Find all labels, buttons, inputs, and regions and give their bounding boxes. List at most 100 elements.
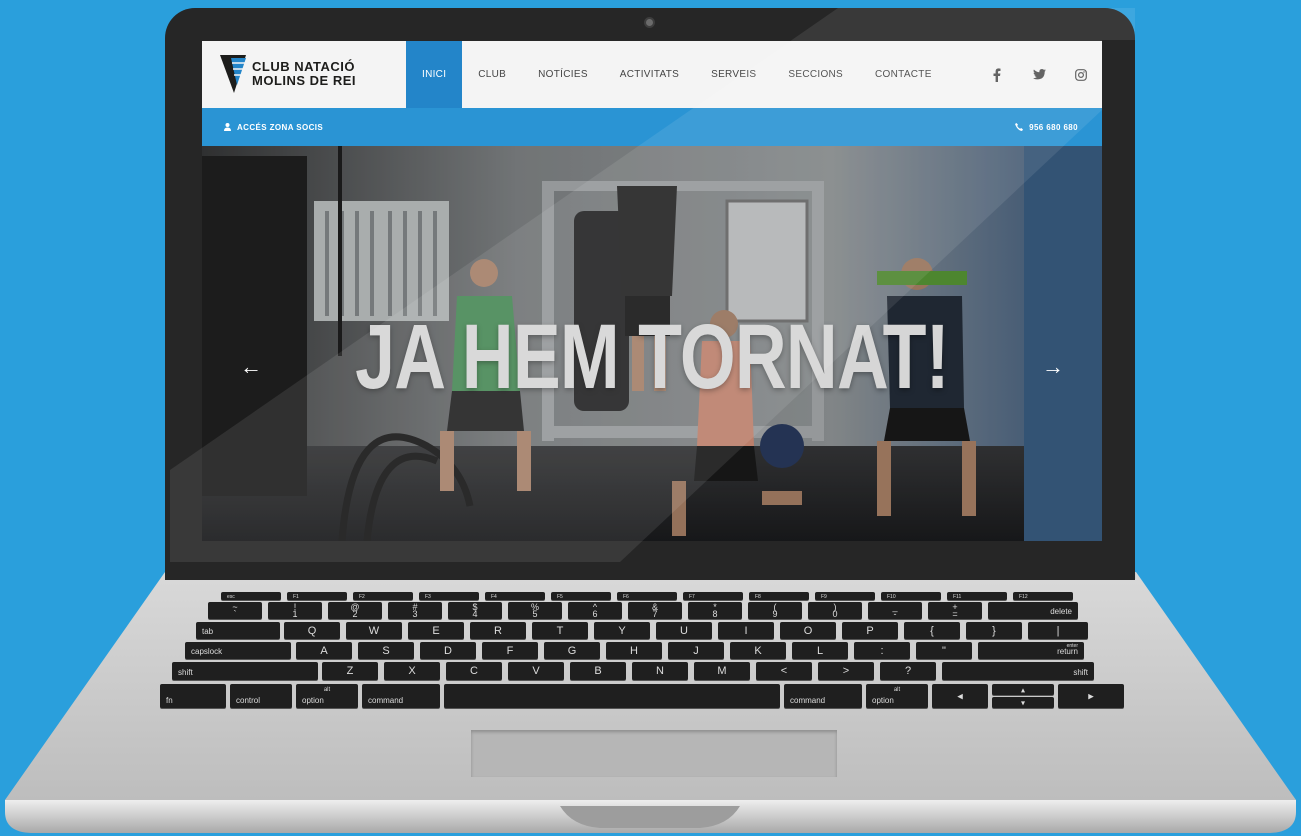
key-f7[interactable]: F7: [683, 592, 743, 600]
social-links: [962, 41, 1088, 108]
hero-slider: JA HEM TORNAT! ← →: [202, 146, 1102, 541]
key-tab[interactable]: tab: [196, 622, 280, 639]
key-f3[interactable]: F3: [419, 592, 479, 600]
key--[interactable]: _ -: [868, 602, 922, 619]
key-fn[interactable]: fn: [160, 684, 226, 708]
key-option[interactable]: option alt: [296, 684, 358, 708]
trackpad[interactable]: [471, 730, 837, 777]
key-n[interactable]: N: [632, 662, 688, 680]
key-}[interactable]: }: [966, 622, 1022, 639]
phone-contact[interactable]: 956 680 680: [1015, 108, 1078, 146]
key-command[interactable]: command: [362, 684, 440, 708]
key-m[interactable]: M: [694, 662, 750, 680]
user-icon: [224, 123, 231, 131]
key-6[interactable]: ^ 6: [568, 602, 622, 619]
key-f1[interactable]: F1: [287, 592, 347, 600]
key-f[interactable]: F: [482, 642, 538, 659]
facebook-icon[interactable]: [990, 67, 1004, 82]
key-l[interactable]: L: [792, 642, 848, 659]
key-1[interactable]: ! 1: [268, 602, 322, 619]
key-i[interactable]: I: [718, 622, 774, 639]
key-7[interactable]: & 7: [628, 602, 682, 619]
slider-prev-arrow-icon[interactable]: ←: [236, 352, 266, 382]
key-z[interactable]: Z: [322, 662, 378, 680]
key-f5[interactable]: F5: [551, 592, 611, 600]
instagram-icon[interactable]: [1074, 68, 1088, 82]
key-f11[interactable]: F11: [947, 592, 1007, 600]
key-5[interactable]: % 5: [508, 602, 562, 619]
phone-number: 956 680 680: [1029, 122, 1078, 132]
key-question[interactable]: ?: [880, 662, 936, 680]
key-g[interactable]: G: [544, 642, 600, 659]
nav-activitats[interactable]: ACTIVITATS: [604, 41, 695, 108]
key-left-shift[interactable]: shift: [172, 662, 318, 680]
club-logo[interactable]: CLUB NATACIÓ MOLINS DE REI: [220, 54, 356, 94]
key-2[interactable]: @2: [328, 602, 382, 619]
laptop-screen: CLUB NATACIÓ MOLINS DE REI INICI CLUB NO…: [202, 41, 1102, 541]
nav-inici[interactable]: INICI: [406, 41, 463, 108]
key-less[interactable]: <: [756, 662, 812, 680]
key-f12[interactable]: F12: [1013, 592, 1073, 600]
key-pipe[interactable]: |: [1028, 622, 1088, 639]
key-j[interactable]: J: [668, 642, 724, 659]
key-9[interactable]: (9: [748, 602, 802, 619]
key-8[interactable]: * 8: [688, 602, 742, 619]
key-f6[interactable]: F6: [617, 592, 677, 600]
key-option-right[interactable]: option alt: [866, 684, 928, 708]
key-colon[interactable]: :: [854, 642, 910, 659]
nav-seccions[interactable]: SECCIONS: [772, 41, 859, 108]
key-a[interactable]: A: [296, 642, 352, 659]
key-0[interactable]: ) 0: [808, 602, 862, 619]
key-=[interactable]: + =: [928, 602, 982, 619]
key-e[interactable]: E: [408, 622, 464, 639]
logo-line-1: CLUB NATACIÓ: [252, 59, 356, 74]
key-f2[interactable]: F2: [353, 592, 413, 600]
key-w[interactable]: W: [346, 622, 402, 639]
key-h[interactable]: H: [606, 642, 662, 659]
key-k[interactable]: K: [730, 642, 786, 659]
key-3[interactable]: #3: [388, 602, 442, 619]
key-q[interactable]: Q: [284, 622, 340, 639]
key-u[interactable]: U: [656, 622, 712, 639]
key-x[interactable]: X: [384, 662, 440, 680]
twitter-icon[interactable]: [1032, 68, 1046, 82]
key-right-shift[interactable]: shift: [942, 662, 1094, 680]
key-return[interactable]: return enter: [978, 642, 1084, 659]
key-greater[interactable]: >: [818, 662, 874, 680]
nav-serveis[interactable]: SERVEIS: [695, 41, 772, 108]
key-y[interactable]: Y: [594, 622, 650, 639]
key-arrow-down[interactable]: ▾: [992, 697, 1054, 708]
key-arrow-left[interactable]: ◂: [932, 684, 988, 708]
key-`[interactable]: ~ `: [208, 602, 262, 619]
key-f10[interactable]: F10: [881, 592, 941, 600]
key-t[interactable]: T: [532, 622, 588, 639]
nav-noticies[interactable]: NOTÍCIES: [522, 41, 604, 108]
slider-next-arrow-icon[interactable]: →: [1038, 352, 1068, 382]
key-f8[interactable]: F8: [749, 592, 809, 600]
key-f4[interactable]: F4: [485, 592, 545, 600]
key-f9[interactable]: F9: [815, 592, 875, 600]
key-v[interactable]: V: [508, 662, 564, 680]
key-b[interactable]: B: [570, 662, 626, 680]
members-area-link[interactable]: ACCÉS ZONA SOCIS: [224, 108, 323, 146]
key-r[interactable]: R: [470, 622, 526, 639]
key-d[interactable]: D: [420, 642, 476, 659]
key-s[interactable]: S: [358, 642, 414, 659]
key-p[interactable]: P: [842, 622, 898, 639]
key-arrow-right[interactable]: ▸: [1058, 684, 1124, 708]
key-4[interactable]: $4: [448, 602, 502, 619]
nav-contacte[interactable]: CONTACTE: [859, 41, 948, 108]
key-arrow-up[interactable]: ▴: [992, 684, 1054, 695]
key-control[interactable]: control: [230, 684, 292, 708]
key-o[interactable]: O: [780, 622, 836, 639]
key-capslock[interactable]: capslock: [185, 642, 291, 659]
nav-club[interactable]: CLUB: [462, 41, 522, 108]
key-space[interactable]: [444, 684, 780, 708]
key-command-right[interactable]: command: [784, 684, 862, 708]
key-c[interactable]: C: [446, 662, 502, 680]
key-delete[interactable]: delete: [988, 602, 1078, 619]
key-esc[interactable]: esc: [221, 592, 281, 600]
site-header: CLUB NATACIÓ MOLINS DE REI INICI CLUB NO…: [202, 41, 1102, 108]
key-{[interactable]: {: [904, 622, 960, 639]
key-quote[interactable]: ": [916, 642, 972, 659]
